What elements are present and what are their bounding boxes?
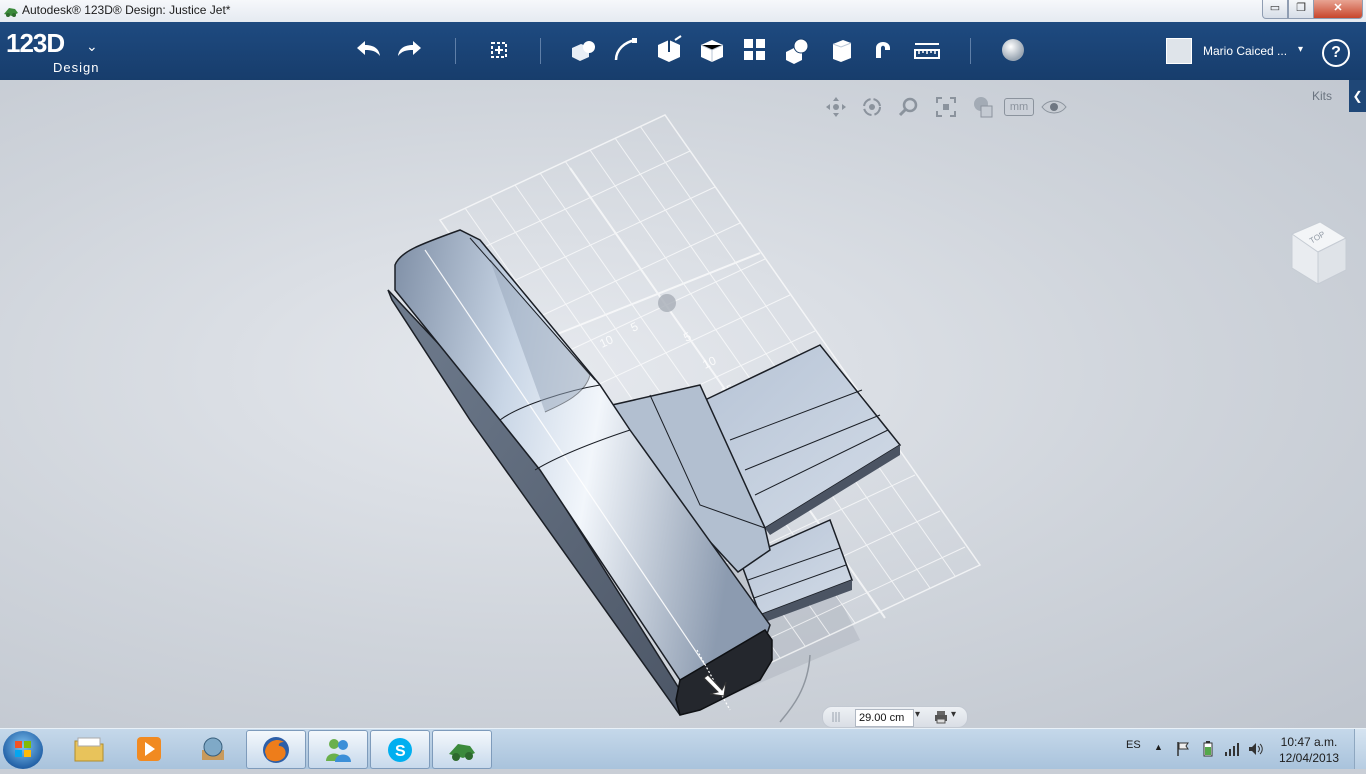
combine-icon (832, 40, 852, 62)
measure-button[interactable] (909, 32, 945, 68)
window-titlebar: Autodesk® 123D® Design: Justice Jet* ▭ ❐… (0, 0, 1366, 23)
redo-button[interactable] (392, 32, 428, 68)
transform-icon (491, 42, 507, 58)
windows-logo-icon (15, 741, 31, 757)
grid-label: 10 (700, 353, 718, 371)
construct-icon (658, 35, 682, 62)
sphere-app-icon (202, 737, 224, 760)
ruler-icon (914, 43, 940, 59)
redo-icon (398, 41, 421, 56)
taskbar-messenger[interactable] (308, 730, 368, 769)
primitives-button[interactable] (565, 32, 601, 68)
close-button[interactable]: ✕ (1313, 0, 1363, 19)
skype-icon: S (388, 737, 412, 762)
grid-label: 10 (597, 332, 615, 350)
svg-text:S: S (395, 743, 406, 760)
magnet-icon (876, 42, 890, 58)
firefox-icon (263, 736, 289, 763)
pattern-button[interactable] (737, 32, 773, 68)
maximize-button[interactable]: ❐ (1288, 0, 1314, 19)
123d-app-icon (449, 743, 475, 761)
pattern-icon (744, 39, 765, 60)
undo-icon (357, 41, 380, 56)
grip-icon (832, 712, 840, 722)
clock-date: 12/04/2013 (1278, 751, 1340, 765)
chevron-down-icon[interactable]: ▾ (951, 709, 956, 720)
toolbar-separator (970, 38, 971, 64)
show-desktop-button[interactable] (1354, 729, 1366, 769)
3d-viewport[interactable]: mm Kits ❮ TOP 10 5 5 10 29.00 cm ▾ ▾ (0, 80, 1366, 728)
dimension-input-box: ▾ ▾ (822, 706, 968, 728)
language-indicator[interactable]: ES (1126, 739, 1141, 751)
chevron-down-icon[interactable]: ▾ (915, 709, 920, 720)
group-icon (786, 38, 809, 64)
user-name: Mario Caiced ... (1203, 44, 1288, 58)
taskbar-explorer[interactable] (60, 730, 118, 767)
logo-main: 123D (6, 28, 65, 58)
construct-button[interactable] (651, 32, 687, 68)
taskbar-firefox[interactable] (246, 730, 306, 769)
toolbar-separator (540, 38, 541, 64)
app-icon (4, 8, 18, 17)
volume-icon[interactable] (1248, 741, 1264, 757)
transform-button[interactable] (481, 32, 517, 68)
clock-time: 10:47 a.m. (1280, 735, 1338, 749)
snap-button[interactable] (866, 32, 902, 68)
undo-button[interactable] (350, 32, 386, 68)
messenger-icon (326, 738, 351, 762)
start-button[interactable] (3, 731, 43, 769)
battery-icon[interactable] (1202, 741, 1214, 757)
grid-label: 5 (628, 319, 640, 335)
taskbar: S ES ▲ 10:47 a.m. 12/04/2013 (0, 728, 1366, 769)
model-scene[interactable]: 10 5 5 10 15 (0, 80, 1366, 728)
avatar (1166, 38, 1192, 64)
chevron-down-icon: ⌄ (86, 38, 98, 54)
taskbar-clock[interactable]: 10:47 a.m. 12/04/2013 (1278, 734, 1340, 766)
taskbar-123d-app[interactable] (432, 730, 492, 769)
help-button[interactable]: ? (1322, 39, 1350, 67)
combine-button[interactable] (823, 32, 859, 68)
window-title: Autodesk® 123D® Design: Justice Jet* (22, 3, 231, 17)
material-button[interactable] (995, 32, 1031, 68)
material-sphere-icon (1002, 39, 1024, 61)
printer-icon[interactable] (934, 710, 948, 724)
app-menu-logo[interactable]: 123D ⌄ Design (6, 28, 98, 75)
sketch-button[interactable] (608, 32, 644, 68)
sketch-icon (614, 38, 637, 61)
flag-icon[interactable] (1176, 741, 1190, 757)
taskbar-sphere-app[interactable] (184, 730, 242, 767)
chevron-down-icon: ▾ (1298, 44, 1304, 55)
toolbar-separator (455, 38, 456, 64)
taskbar-skype[interactable]: S (370, 730, 430, 769)
primitives-icon (572, 41, 595, 61)
media-player-icon (137, 736, 161, 761)
minimize-button[interactable]: ▭ (1262, 0, 1288, 19)
origin-marker (658, 294, 676, 312)
main-toolbar: 123D ⌄ Design Mario Caiced ... ▾ ? (0, 22, 1366, 80)
tray-expand-icon[interactable]: ▲ (1154, 742, 1163, 752)
network-signal-icon[interactable] (1224, 741, 1240, 757)
group-button[interactable] (780, 32, 816, 68)
taskbar-media-player[interactable] (120, 730, 178, 767)
logo-sub: Design (53, 60, 100, 75)
modify-button[interactable] (694, 32, 730, 68)
dimension-value-input[interactable] (855, 709, 914, 727)
folder-icon (74, 737, 104, 761)
modify-icon (700, 40, 724, 62)
grid-label: 5 (681, 329, 693, 345)
